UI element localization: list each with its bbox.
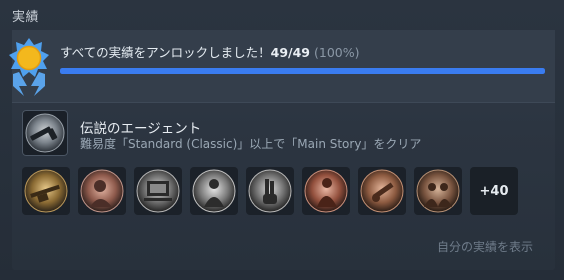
unlock-progress-fill: [60, 68, 545, 74]
unlock-percent: (100%): [313, 45, 360, 60]
section-title: 実績: [12, 10, 40, 25]
unlock-summary: すべての実績をアンロックしました！49/49 (100%): [12, 30, 555, 103]
view-my-achievements-link[interactable]: 自分の実績を表示: [437, 238, 533, 255]
gold-rifle-icon[interactable]: [22, 167, 70, 215]
medal-ribbon-icon: [9, 38, 49, 96]
unlock-summary-text: すべての実績をアンロックしました！49/49 (100%): [60, 42, 359, 61]
bronze-group-icon[interactable]: [414, 167, 462, 215]
gloved-hand-icon[interactable]: [246, 167, 294, 215]
red-figure-icon[interactable]: [302, 167, 350, 215]
featured-achievement-description: 難易度「Standard (Classic)」以上で「Main Story」をク…: [80, 137, 422, 151]
unlock-count: 49/49: [270, 45, 310, 60]
silenced-pistol-icon[interactable]: [22, 110, 68, 156]
featured-achievement-title: 伝説のエージェント: [80, 121, 202, 137]
desk-scene-icon[interactable]: [134, 167, 182, 215]
rose-portrait-icon[interactable]: [78, 167, 126, 215]
copper-arm-icon[interactable]: [358, 167, 406, 215]
achievements-panel: すべての実績をアンロックしました！49/49 (100%) 伝説のエージェント …: [9, 30, 555, 270]
monochrome-figure-icon[interactable]: [190, 167, 238, 215]
unlock-message: すべての実績をアンロックしました！: [60, 45, 271, 60]
more-achievements-badge[interactable]: +40: [470, 167, 518, 215]
unlock-progress-bar: [60, 68, 545, 74]
